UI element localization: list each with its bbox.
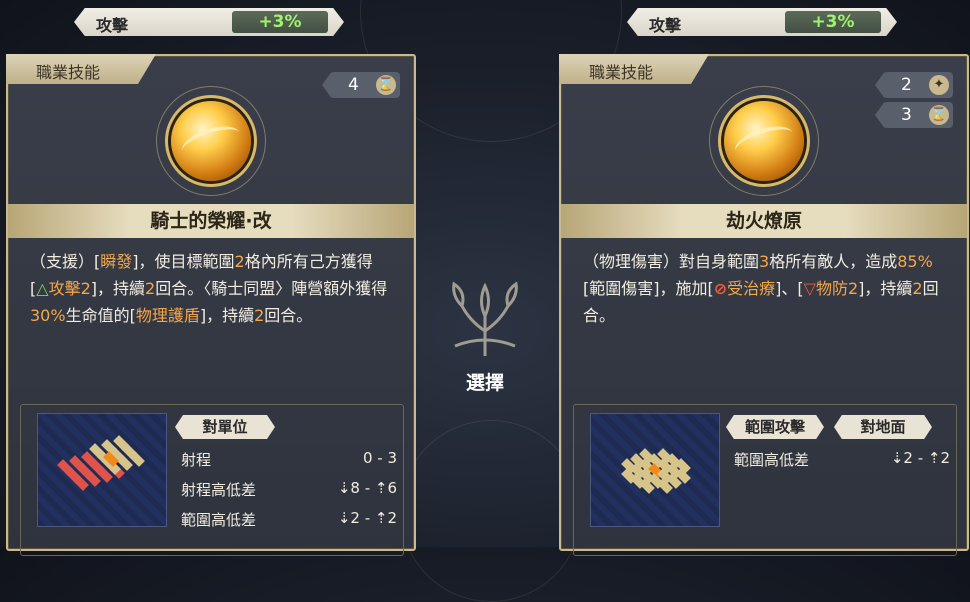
skill-icon [724,101,804,181]
skill-panel: 職業技能 4 ⌛ 騎士的榮耀·改 （支援）[瞬發]，使目標範圍2格內所有己方獲得… [6,54,416,556]
description-segment: 物理護盾 [135,306,200,325]
skill-card-right[interactable]: 攻擊 +3% 職業技能 2 ✦ 3 ⌛ 劫火燎原 （物理傷害）對自身範圍3格所有… [553,0,969,556]
buff-stat-label: 攻擊 [96,16,129,35]
description-segment: ]，持續 [199,306,255,325]
range-grid [590,413,720,527]
skill-name: 騎士的榮耀·改 [150,210,272,232]
stat-row: 範圍高低差 ⇣2 - ⇡2 [734,449,950,470]
stat-row: 射程 0 - 3 [181,449,397,470]
stat-label: 射程 [181,451,212,469]
description-segment: 瞬發 [100,252,133,271]
skill-name: 劫火燎原 [725,210,802,232]
buff-bar: 攻擊 +3% [74,8,344,36]
skill-info-box: 對單位 射程 0 - 3 射程高低差 ⇣8 - ⇡6 範圍高低差 ⇣2 - ⇡2 [20,404,404,556]
select-button[interactable]: 選擇 [432,272,538,402]
range-grid [37,413,167,527]
cost-pill: 2 ✦ [875,72,953,98]
buff-value: +3% [232,11,328,33]
skill-emblem [709,86,819,196]
description-segment: 2 [912,279,923,298]
stat-row: 射程高低差 ⇣8 - ⇡6 [181,479,397,500]
description-segment: 85% [897,252,933,271]
stat-value: ⇣2 - ⇡2 [890,449,950,467]
description-segment: 回合。 [264,306,313,325]
description-segment: ]，使目標範圍 [132,252,235,271]
stat-value: ⇣8 - ⇡6 [337,479,397,497]
skill-name-bar: 騎士的榮耀·改 [8,204,414,238]
skill-info-box: 範圍攻擊 對地面 範圍高低差 ⇣2 - ⇡2 [573,404,957,556]
description-segment: ⊘ [713,279,728,298]
target-tag: 對地面 [834,415,932,439]
description-segment: [範圍傷害]，施加[ [583,279,714,298]
target-tag: 對單位 [175,415,275,439]
description-segment: 攻擊2 [48,279,91,298]
description-segment: （物理傷害）對自身範圍 [583,252,760,271]
description-segment: 30% [30,306,66,325]
stat-label: 範圍高低差 [734,451,810,469]
star-icon: ✦ [929,75,949,95]
skill-name-bar: 劫火燎原 [561,204,967,238]
skill-icon [171,101,251,181]
description-segment: 生命值的[ [65,306,136,325]
description-segment: 2 [234,252,245,271]
attack-type-tag: 範圍攻擊 [726,415,824,439]
stat-label: 範圍高低差 [181,511,257,529]
skill-category-label: 職業技能 [589,63,654,82]
description-segment: ]，持續 [90,279,145,298]
cost-value: 2 [901,75,912,95]
skill-panel: 職業技能 2 ✦ 3 ⌛ 劫火燎原 （物理傷害）對自身範圍3格所有敵人，造成85… [559,54,969,556]
buff-stat-label: 攻擊 [649,16,682,35]
description-segment: 2 [145,279,156,298]
skill-description: （物理傷害）對自身範圍3格所有敵人，造成85% [範圍傷害]，施加[⊘受治療]、[… [583,248,943,329]
cost-value: 3 [901,105,912,125]
hourglass-icon: ⌛ [376,75,396,95]
description-segment: △ [36,279,49,298]
select-label: 選擇 [465,372,504,394]
skill-category-tab: 職業技能 [559,54,709,84]
cost-pill: 3 ⌛ [875,102,953,128]
skill-category-tab: 職業技能 [6,54,156,84]
description-segment: ▽ [803,279,816,298]
description-segment: 受治療 [727,279,776,298]
description-segment: 物防2 [815,279,859,298]
buff-bar: 攻擊 +3% [627,8,897,36]
skill-category-label: 職業技能 [36,63,101,82]
description-segment: 回合。〈騎士同盟〉陣營額外獲得 [155,279,388,298]
stat-value: ⇣2 - ⇡2 [337,509,397,527]
cost-pill: 4 ⌛ [322,72,400,98]
tree-emblem-icon [452,281,518,356]
description-segment: （支援）[ [30,252,101,271]
description-segment: 3 [759,252,770,271]
stat-label: 射程高低差 [181,481,257,499]
skill-description: （支援）[瞬發]，使目標範圍2格內所有己方獲得[△攻擊2]，持續2回合。〈騎士同… [30,248,390,329]
stat-value: 0 - 3 [362,449,397,467]
description-segment: ]、[ [775,279,804,298]
description-segment: 格所有敵人，造成 [769,252,898,271]
buff-value: +3% [785,11,881,33]
cost-value: 4 [348,75,359,95]
description-segment: 2 [254,306,265,325]
skill-card-left[interactable]: 攻擊 +3% 職業技能 4 ⌛ 騎士的榮耀·改 （支援）[瞬發]，使目標範圍2格… [0,0,416,556]
skill-emblem [156,86,266,196]
hourglass-icon: ⌛ [929,105,949,125]
stat-row: 範圍高低差 ⇣2 - ⇡2 [181,509,397,530]
description-segment: ]，持續 [858,279,913,298]
